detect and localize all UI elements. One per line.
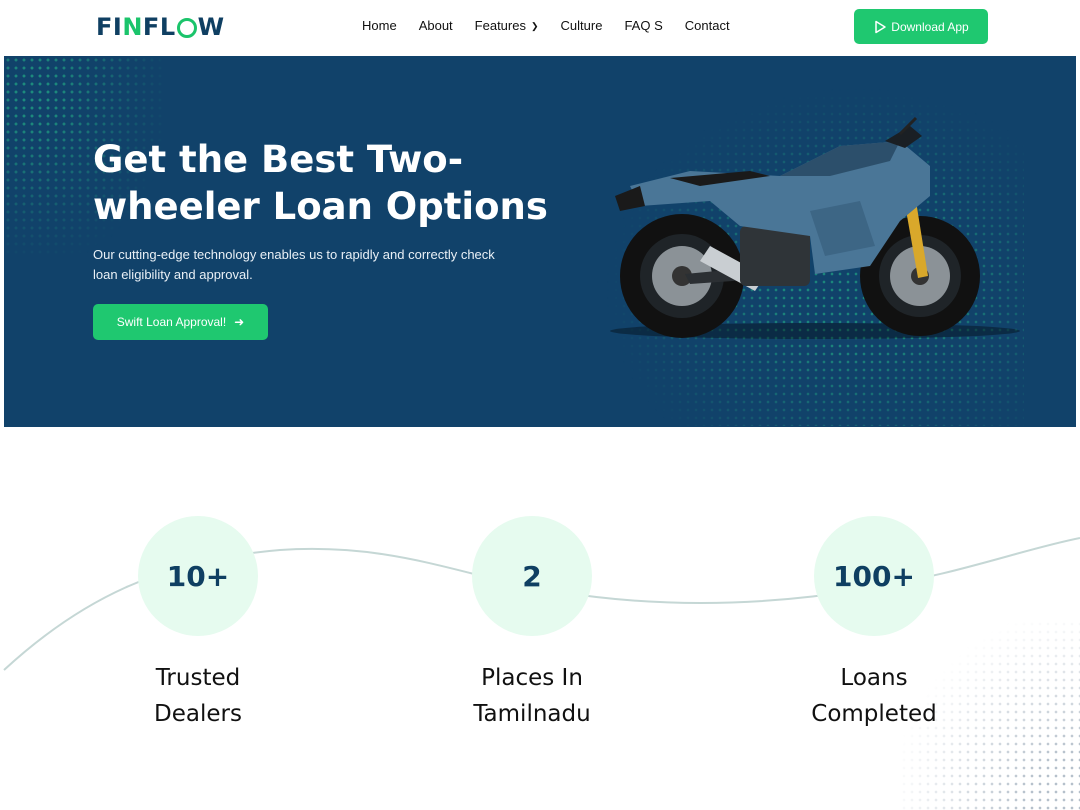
stat-loans-completed: 100+ Loans Completed [788,516,960,732]
stat-label-line: Places In [481,665,583,691]
nav-contact[interactable]: Contact [685,18,730,33]
finflow-logo[interactable]: FI N FL W [96,12,225,42]
nav-features[interactable]: Features ❯ [475,18,539,33]
stat-label-line: Dealers [154,701,242,727]
stat-label-line: Trusted [155,665,241,691]
logo-text-part: FL [142,13,176,41]
stat-label-line: Loans [840,665,908,691]
stat-label: Trusted Dealers [118,660,278,732]
hero-title: Get the Best Two- wheeler Loan Options [93,136,553,230]
hero-title-line: Get the Best Two- [93,138,464,181]
cta-label: Swift Loan Approval! [116,315,227,329]
nav-features-label: Features [474,18,526,33]
motorcycle-image [610,116,1020,339]
stat-trusted-dealers: 10+ Trusted Dealers [118,516,278,732]
nav-about[interactable]: About [419,18,453,33]
hero-description-line: loan eligibility and approval. [93,267,253,282]
chevron-down-icon: ❯ [530,21,539,31]
stat-label: Loans Completed [788,660,960,732]
stat-label-line: Completed [811,701,937,727]
play-icon [875,20,887,33]
main-menu: Home About Features ❯ Culture FAQ S Conta… [362,18,752,33]
stat-label: Places In Tamilnadu [446,660,618,732]
hero-description: Our cutting-edge technology enables us t… [93,245,533,285]
stat-value: 2 [472,516,592,636]
logo-o-ring-icon [176,18,197,38]
download-app-label: Download App [891,19,969,34]
stat-label-line: Tamilnadu [473,701,591,727]
top-navbar: FI N FL W Home About Features ❯ Culture FAQ … [4,0,1076,56]
logo-text-part: W [197,13,225,41]
nav-culture[interactable]: Culture [561,18,603,33]
logo-text-part: FI [96,13,123,41]
logo-text-part: N [122,13,143,41]
hero-description-line: Our cutting-edge technology enables us t… [93,247,495,262]
stat-value: 100+ [814,516,934,636]
stat-value: 10+ [138,516,258,636]
hero-title-line: wheeler Loan Options [93,185,548,228]
swift-loan-approval-button[interactable]: Swift Loan Approval! ➜ [93,304,268,340]
download-app-button[interactable]: Download App [854,9,988,44]
nav-home[interactable]: Home [362,18,397,33]
arrow-right-icon: ➜ [234,315,245,329]
hero-section: Get the Best Two- wheeler Loan Options O… [4,56,1076,427]
stat-places: 2 Places In Tamilnadu [446,516,618,732]
nav-faqs[interactable]: FAQ S [624,18,662,33]
